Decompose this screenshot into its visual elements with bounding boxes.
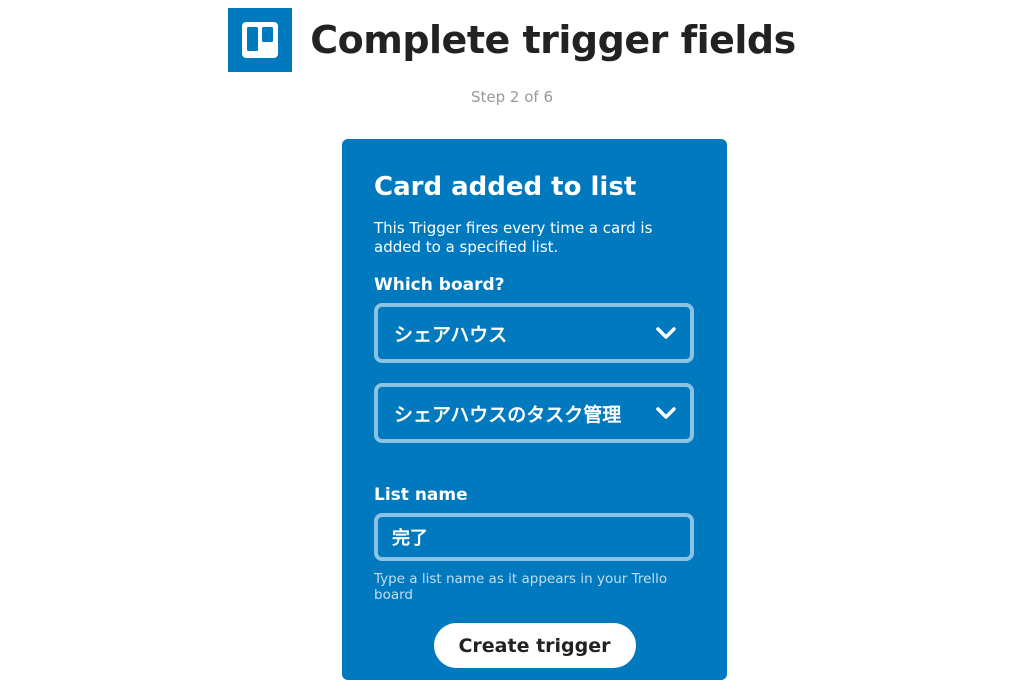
page-title: Complete trigger fields	[310, 18, 796, 62]
list-select[interactable]: シェアハウスのタスク管理	[374, 383, 694, 443]
trigger-description: This Trigger fires every time a card is …	[374, 219, 653, 256]
list-name-label: List name	[374, 485, 468, 505]
list-name-input[interactable]	[374, 513, 694, 561]
trigger-title: Card added to list	[374, 172, 637, 202]
list-name-hint: Type a list name as it appears in your T…	[374, 571, 668, 603]
step-indicator: Step 2 of 6	[470, 88, 553, 106]
create-trigger-button[interactable]: Create trigger	[433, 623, 636, 668]
board-select-value: シェアハウス	[394, 323, 508, 346]
trigger-card: Card added to list This Trigger fires ev…	[342, 139, 727, 680]
list-select-value: シェアハウスのタスク管理	[394, 403, 622, 426]
page-header: Complete trigger fields	[0, 8, 1024, 72]
chevron-down-icon	[654, 321, 678, 345]
board-select[interactable]: シェアハウス	[374, 303, 694, 363]
chevron-down-icon	[654, 401, 678, 425]
board-label: Which board?	[374, 275, 505, 295]
trello-logo-icon	[228, 8, 293, 72]
